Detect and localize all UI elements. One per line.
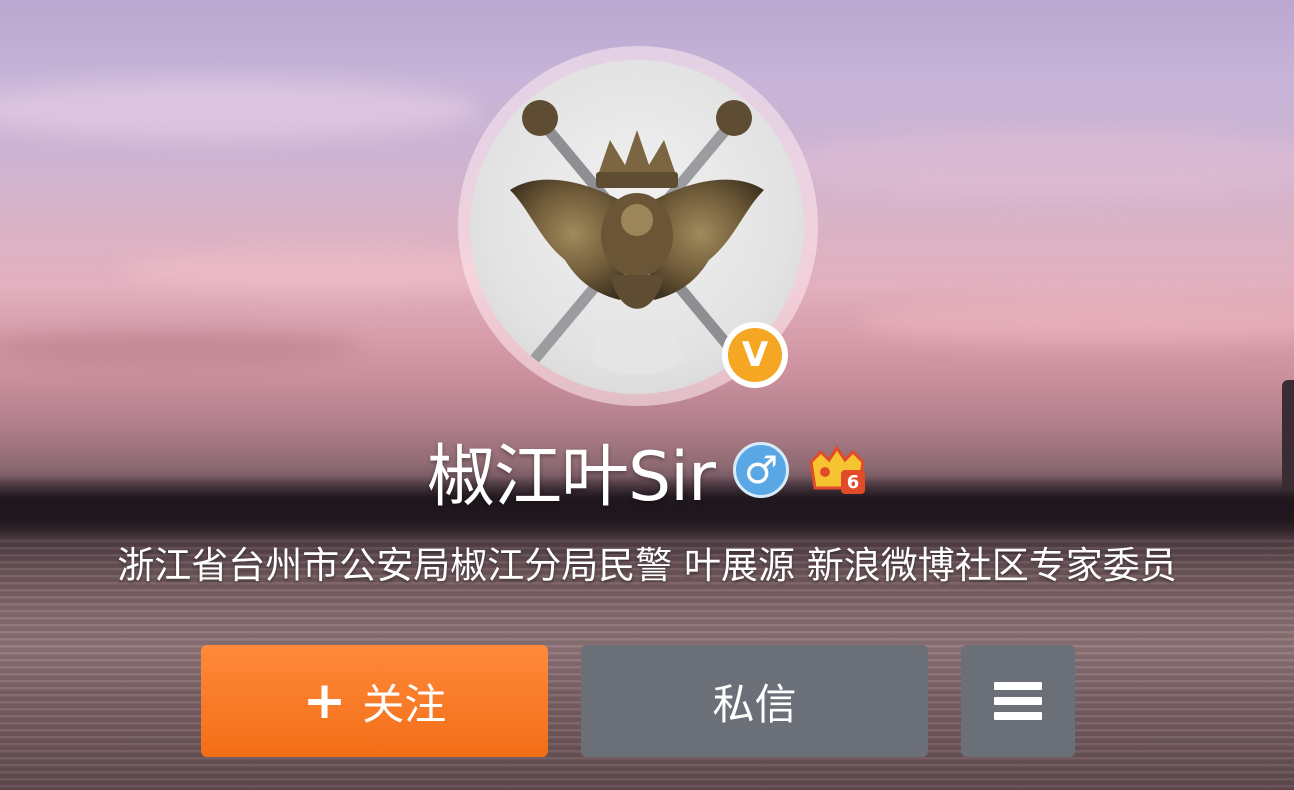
username: 椒江叶Sir bbox=[426, 437, 716, 517]
cloud bbox=[780, 130, 1294, 200]
message-button[interactable]: 私信 bbox=[581, 645, 928, 757]
name-row: 椒江叶Sir ♂ 6 bbox=[0, 425, 1294, 517]
cloud bbox=[0, 330, 360, 365]
male-gender-icon: ♂ bbox=[733, 442, 789, 498]
menu-icon bbox=[994, 682, 1042, 720]
cloud bbox=[0, 80, 480, 140]
cloud bbox=[860, 300, 1294, 345]
profile-bio: 浙江省台州市公安局椒江分局民警 叶展源 新浪微博社区专家委员 bbox=[117, 544, 1177, 587]
message-label: 私信 bbox=[712, 679, 797, 729]
plus-icon: + bbox=[302, 671, 347, 731]
vip-crown-icon[interactable]: 6 bbox=[807, 444, 867, 496]
more-menu-button[interactable] bbox=[961, 645, 1075, 757]
verified-icon: V bbox=[722, 322, 788, 388]
follow-button[interactable]: + 关注 bbox=[201, 645, 548, 757]
follow-label: 关注 bbox=[362, 679, 447, 729]
vip-level: 6 bbox=[847, 472, 860, 493]
verified-badge-letter: V bbox=[728, 328, 782, 382]
